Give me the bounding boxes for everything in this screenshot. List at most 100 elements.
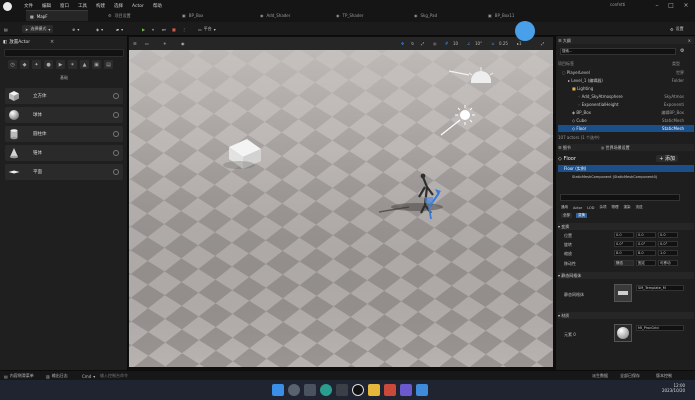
output-log-button[interactable]: ▥ 输出日志 — [46, 372, 68, 380]
settings-button[interactable]: ⚙ 设置 — [670, 25, 684, 33]
scale-z[interactable]: 1.0 — [658, 250, 678, 256]
material-value[interactable]: MI_ProcGrid — [636, 325, 684, 331]
file-explorer-icon[interactable] — [368, 384, 380, 396]
level-viewport[interactable] — [129, 37, 553, 367]
visual-effects-icon[interactable]: ✶ — [68, 60, 77, 69]
derived-data-button[interactable]: 派生数据 — [592, 372, 608, 380]
close-icon[interactable]: × — [679, 2, 693, 10]
console-command-input[interactable]: 输入控制台命令 — [100, 372, 128, 380]
volumes-icon[interactable]: ▣ — [92, 60, 101, 69]
tab-tp-shader[interactable]: ◉ TP_Shader — [332, 10, 394, 21]
outliner-row[interactable]: ▸ Level_1 (编辑器) Folder — [558, 77, 694, 84]
mobility-static[interactable]: 静态 — [614, 260, 634, 266]
rotate-tool-button[interactable]: ↻ — [411, 40, 414, 47]
rotation-x[interactable]: 0.0° — [614, 241, 634, 247]
close-icon[interactable]: × — [688, 38, 691, 43]
mobility-movable[interactable]: 可移动 — [658, 260, 678, 266]
cinematics-button[interactable]: ▰ ▾ — [116, 25, 123, 33]
tab-add-shader[interactable]: ◉ Add_Shader — [256, 10, 318, 21]
static-mesh-value[interactable]: SM_Template_M — [636, 285, 684, 291]
menu-actor[interactable]: Actor — [132, 4, 144, 9]
details-tab[interactable]: 细节 — [563, 145, 571, 151]
outliner-tab[interactable]: ☰ 大纲 × — [558, 37, 694, 44]
angle-snap-value[interactable]: 10° — [475, 40, 482, 47]
scale-x[interactable]: 8.0 — [614, 250, 634, 256]
lit-button[interactable]: ☀ — [163, 40, 167, 47]
all-saved-indicator[interactable]: 全部已保存 — [620, 372, 640, 380]
windows-start-icon[interactable] — [272, 384, 284, 396]
rotation-z[interactable]: 0.0° — [658, 241, 678, 247]
outliner-row[interactable]: ◌ PlayerLevel 世界 — [558, 69, 694, 76]
perspective-button[interactable]: ▭ — [145, 40, 149, 47]
tab-project-settings[interactable]: ⚙ 项目设置 — [104, 10, 164, 21]
menu-build[interactable]: 构建 — [96, 3, 105, 9]
play-options-button[interactable]: ⋮ — [182, 25, 186, 33]
skip-button[interactable]: ⏭ — [162, 25, 166, 33]
angle-snap-button[interactable]: ∠ — [467, 40, 471, 47]
grid-snap-button[interactable]: # — [445, 40, 448, 47]
tab-skg-pad[interactable]: ◉ Skg_Pad — [410, 10, 470, 21]
gear-icon[interactable]: ⚙ — [680, 48, 684, 54]
geometry-icon[interactable]: ▲ — [80, 60, 89, 69]
show-button[interactable]: ◉ — [181, 40, 185, 47]
info-icon[interactable] — [113, 131, 119, 137]
tab-bp-box[interactable]: ▣ BP_Box — [178, 10, 240, 21]
close-icon[interactable]: × — [50, 39, 54, 45]
outliner-row[interactable]: ◇ Cube StaticMesh — [558, 117, 694, 124]
menu-window[interactable]: 窗口 — [60, 3, 69, 9]
material-thumbnail[interactable] — [614, 324, 632, 342]
menu-edit[interactable]: 编辑 — [42, 3, 51, 9]
all-classes-icon[interactable]: ▤ — [104, 60, 113, 69]
place-item-sphere[interactable]: 球体 — [5, 107, 123, 123]
play-button[interactable]: ▶ — [142, 25, 145, 33]
details-search-input[interactable] — [560, 194, 680, 201]
viewport-options-button[interactable]: ☰ — [133, 40, 137, 47]
scale-snap-value[interactable]: 0.25 — [499, 40, 508, 47]
app-icon-3[interactable] — [416, 384, 428, 396]
info-icon[interactable] — [113, 150, 119, 156]
scale-tool-button[interactable]: ⤢ — [421, 40, 424, 47]
component-child[interactable]: StaticMeshComponent (StaticMeshComponent… — [558, 173, 694, 180]
edge-icon[interactable] — [320, 384, 332, 396]
stop-button[interactable]: ■ — [172, 25, 176, 33]
search-icon[interactable] — [288, 384, 300, 396]
info-icon[interactable] — [113, 112, 119, 118]
shapes-icon[interactable]: ● — [44, 60, 53, 69]
blueprint-button[interactable]: ◈ ▾ — [96, 25, 103, 33]
scale-snap-button[interactable]: ⇲ — [491, 40, 494, 47]
material-section-header[interactable]: ▾ 材质 — [558, 312, 694, 319]
app-icon-2[interactable] — [400, 384, 412, 396]
scale-y[interactable]: 8.0 — [636, 250, 656, 256]
actor-search-input[interactable] — [4, 49, 124, 57]
menu-file[interactable]: 文件 — [24, 3, 33, 9]
place-item-plane[interactable]: 平面 — [5, 164, 123, 180]
menu-help[interactable]: 帮助 — [153, 3, 162, 9]
outliner-row-selected[interactable]: ◇ Floor StaticMesh — [558, 125, 694, 132]
content-button[interactable]: ⊕ ▾ — [72, 25, 79, 33]
world-settings-tab[interactable]: 世界场景设置 — [606, 145, 630, 151]
transform-section-header[interactable]: ▾ 变换 — [558, 223, 694, 230]
cinematic-icon[interactable]: ▶ — [56, 60, 65, 69]
task-view-icon[interactable] — [304, 384, 316, 396]
maximize-viewport-button[interactable]: ⤢ — [541, 40, 544, 47]
mode-selector[interactable]: ➤ 选择模式 ▾ — [22, 25, 54, 33]
rotation-y[interactable]: 0.0° — [636, 241, 656, 247]
viewport-scene[interactable] — [129, 37, 553, 367]
unreal-engine-icon[interactable] — [352, 384, 364, 396]
world-local-button[interactable]: ◎ — [433, 40, 437, 47]
move-tool-button[interactable]: ✥ — [401, 40, 404, 47]
outliner-row[interactable]: ■ Lighting — [558, 85, 694, 92]
info-icon[interactable] — [113, 93, 119, 99]
maximize-icon[interactable]: □ — [664, 2, 678, 10]
mesh-thumbnail[interactable] — [614, 284, 632, 302]
camera-speed-button[interactable]: ▸ 1 — [517, 40, 522, 47]
grid-snap-value[interactable]: 10 — [453, 40, 458, 47]
minimize-icon[interactable]: – — [650, 2, 664, 10]
outliner-row[interactable]: ◈ BP_Box 编辑BP_Box — [558, 109, 694, 116]
pause-button[interactable]: ⏸ — [152, 25, 154, 33]
mobility-stationary[interactable]: 固定 — [636, 260, 656, 266]
light-icon[interactable]: ✦ — [32, 60, 41, 69]
location-y[interactable]: 0.0 — [636, 232, 656, 238]
source-control-button[interactable]: 版本控制 — [656, 372, 672, 380]
menu-tools[interactable]: 工具 — [78, 3, 87, 9]
